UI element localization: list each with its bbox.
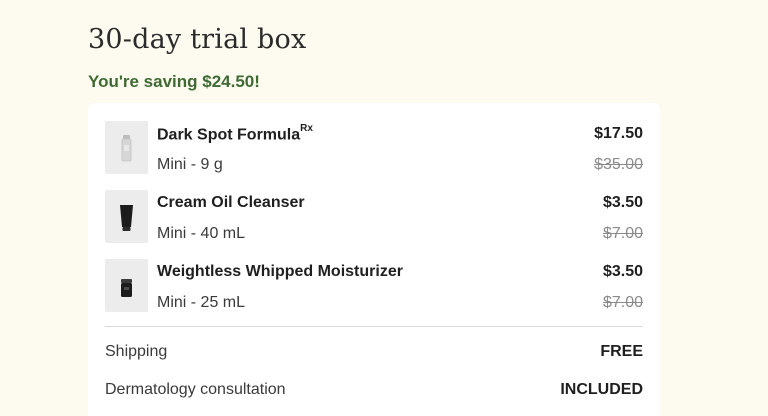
cleanser-tube-icon [120,205,133,231]
rx-superscript: Rx [300,123,313,134]
trial-box-summary: 30-day trial box You're saving $24.50! D… [0,0,768,416]
serum-bottle-icon [121,135,132,162]
moisturizer-jar-icon [121,279,132,297]
product-name: Cream Oil Cleanser [157,194,305,211]
product-name: Dark Spot FormulaRx [157,123,313,144]
product-price: $3.50 [602,263,643,280]
product-original-price: $7.00 [602,225,643,242]
product-name: Weightless Whipped Moisturizer [157,263,403,280]
list-item: Dark Spot FormulaRx Mini - 9 g $17.50 $3… [105,120,643,176]
list-item: Weightless Whipped Moisturizer Mini - 25… [105,258,643,314]
savings-message: You're saving $24.50! [88,72,260,91]
page-title: 30-day trial box [88,24,307,55]
product-thumbnail [105,121,148,174]
product-size: Mini - 9 g [157,156,223,173]
product-price: $17.50 [594,125,643,142]
product-original-price: $35.00 [594,156,643,173]
consultation-row: Dermatology consultation INCLUDED [105,381,643,403]
shipping-row: Shipping FREE [105,343,643,365]
product-price: $3.50 [602,194,643,211]
product-thumbnail [105,190,148,243]
product-thumbnail [105,259,148,312]
shipping-label: Shipping [105,343,168,360]
product-original-price: $7.00 [602,294,643,311]
product-size: Mini - 40 mL [157,225,246,242]
order-summary-card: Dark Spot FormulaRx Mini - 9 g $17.50 $3… [88,103,660,416]
consultation-label: Dermatology consultation [105,381,286,398]
product-size: Mini - 25 mL [157,294,246,311]
consultation-value: INCLUDED [560,381,643,398]
summary-divider [105,326,643,327]
shipping-value: FREE [600,343,643,360]
list-item: Cream Oil Cleanser Mini - 40 mL $3.50 $7… [105,189,643,245]
